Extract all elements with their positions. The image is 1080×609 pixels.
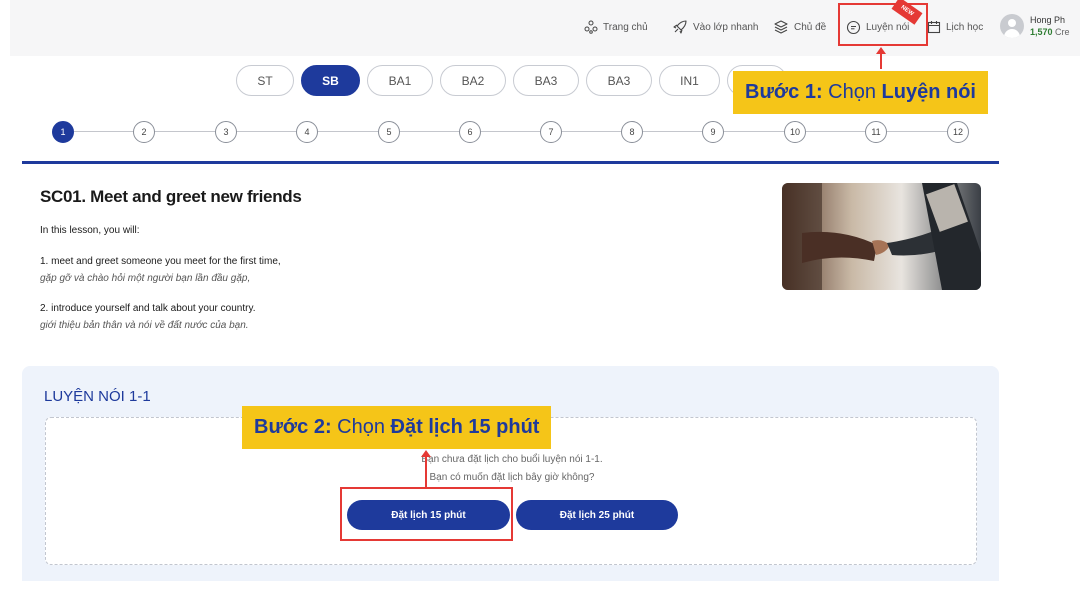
level-selector: ST SB BA1 BA2 BA3 BA3 IN1: [236, 65, 787, 96]
nav-schedule-label: Lịch học: [946, 21, 984, 33]
user-info: Hong Ph 1,570 Cre: [1030, 14, 1070, 38]
step-circle[interactable]: 7: [540, 121, 562, 143]
calendar-icon: [927, 21, 941, 34]
lesson-card: SC01. Meet and greet new friends In this…: [22, 161, 999, 366]
lesson-intro: In this lesson, you will:: [40, 225, 140, 236]
nav-home[interactable]: Trang chủ: [584, 17, 648, 37]
step-circle[interactable]: 2: [133, 121, 155, 143]
level-pill[interactable]: BA3: [513, 65, 579, 96]
step-circle[interactable]: 8: [621, 121, 643, 143]
step-circle[interactable]: 3: [215, 121, 237, 143]
user-credits-unit: Cre: [1055, 27, 1070, 37]
nav-join-class[interactable]: Vào lớp nhanh: [672, 17, 759, 37]
page: Trang chủ Vào lớp nhanh Chủ đề Luyện nói…: [0, 0, 1080, 609]
user-name: Hong Ph: [1030, 15, 1066, 25]
step-circle[interactable]: 10: [784, 121, 806, 143]
level-pill[interactable]: IN1: [659, 65, 720, 96]
step1-callout: Bước 1: Chọn Luyện nói: [733, 71, 988, 114]
step1-arrow: [876, 47, 886, 69]
objective-en: 1. meet and greet someone you meet for t…: [40, 256, 281, 267]
nav-schedule[interactable]: Lịch học: [927, 17, 983, 37]
step2-arrow: [421, 450, 431, 488]
nav-topics-label: Chủ đề: [794, 21, 827, 33]
lesson-stepper: 1 2 3 4 5 6 7 8 9 10 11 12: [52, 121, 972, 143]
book-25-min-button[interactable]: Đặt lịch 25 phút: [516, 500, 678, 530]
step-circle[interactable]: 12: [947, 121, 969, 143]
stepper-line: [74, 131, 954, 132]
objective-en: 2. introduce yourself and talk about you…: [40, 303, 256, 314]
rocket-icon: [673, 20, 687, 34]
lesson-title: SC01. Meet and greet new friends: [40, 187, 302, 206]
step1-target: Luyện nói: [881, 81, 976, 103]
nav-join-class-label: Vào lớp nhanh: [693, 21, 759, 33]
step-circle[interactable]: 9: [702, 121, 724, 143]
step-circle[interactable]: 4: [296, 121, 318, 143]
step1-verb: Chọn: [828, 81, 876, 103]
step-circle[interactable]: 11: [865, 121, 887, 143]
objective-vi: gặp gỡ và chào hỏi một người bạn lần đầu…: [40, 273, 251, 284]
level-pill-active[interactable]: SB: [301, 65, 360, 96]
speaking-section: LUYỆN NÓI 1-1 Bạn chưa đặt lịch cho buổi…: [22, 366, 999, 581]
home-nodes-icon: [584, 20, 598, 34]
level-pill[interactable]: BA1: [367, 65, 433, 96]
user-credits: 1,570: [1030, 27, 1053, 37]
level-pill[interactable]: BA3: [586, 65, 652, 96]
booking-message-line1: Bạn chưa đặt lịch cho buổi luyện nói 1-1…: [421, 454, 603, 465]
step2-target: Đặt lịch 15 phút: [390, 416, 540, 438]
nav-topics[interactable]: Chủ đề: [773, 17, 826, 37]
avatar: [1000, 14, 1024, 38]
layers-icon: [774, 20, 788, 34]
speaking-title: LUYỆN NÓI 1-1: [44, 388, 151, 405]
level-pill[interactable]: ST: [236, 65, 294, 96]
step2-prefix: Bước 2:: [254, 416, 332, 438]
step-circle-active[interactable]: 1: [52, 121, 74, 143]
handshake-photo: [782, 183, 981, 290]
nav-home-label: Trang chủ: [603, 21, 648, 33]
step1-prefix: Bước 1:: [745, 81, 823, 103]
objective-vi: giới thiệu bản thân và nói về đất nước c…: [40, 320, 249, 331]
user-menu[interactable]: Hong Ph 1,570 Cre: [1000, 14, 1070, 38]
level-pill[interactable]: BA2: [440, 65, 506, 96]
speaking-highlight-box: [838, 3, 928, 46]
step-circle[interactable]: 5: [378, 121, 400, 143]
booking-message-line2: Bạn có muốn đặt lịch bây giờ không?: [429, 472, 595, 483]
step2-verb: Chọn: [337, 416, 385, 438]
step2-callout: Bước 2: Chọn Đặt lịch 15 phút: [242, 406, 552, 449]
book15-highlight-box: [340, 487, 513, 541]
step-circle[interactable]: 6: [459, 121, 481, 143]
